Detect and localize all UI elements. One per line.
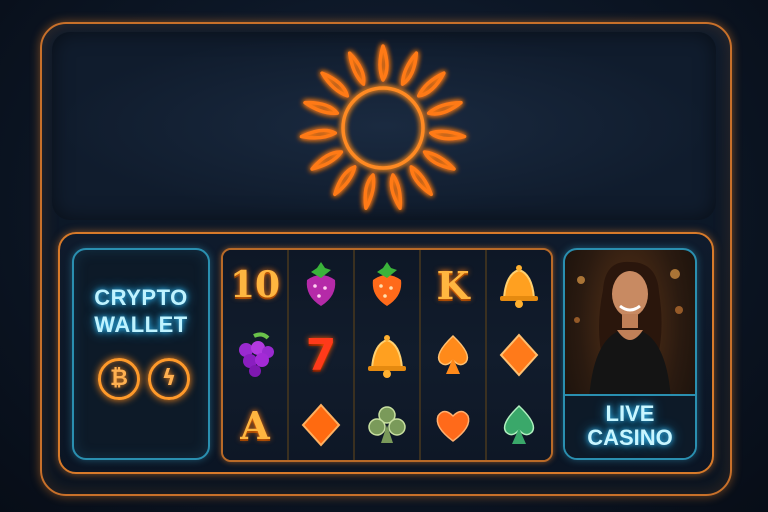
- crypto-title-line2: WALLET: [94, 312, 188, 337]
- live-casino-card[interactable]: LIVE CASINO: [563, 248, 697, 460]
- diamond-icon: [499, 333, 539, 377]
- reel-1: 10 A: [223, 250, 289, 460]
- crypto-wallet-card[interactable]: CRYPTO WALLET ₿ ϟ: [72, 248, 210, 460]
- reel-symbol-grapes: [223, 320, 287, 390]
- reel-symbol-spade: [487, 390, 551, 460]
- live-dealer-portrait: [574, 261, 683, 400]
- club-icon: [368, 406, 406, 443]
- king-symbol: K: [436, 262, 470, 308]
- diamond-icon: [301, 403, 341, 447]
- strawberry-icon: [372, 262, 402, 306]
- reel-3: [355, 250, 421, 460]
- strawberry-icon: [306, 262, 336, 306]
- ten-symbol: 10: [229, 264, 281, 306]
- spade-icon: [503, 404, 535, 444]
- reel-symbol-ten: 10: [223, 250, 287, 320]
- spade-icon: [437, 334, 469, 374]
- reel-symbol-ace: A: [223, 390, 287, 460]
- seven-symbol: 7: [305, 329, 337, 381]
- heart-icon: [436, 410, 470, 442]
- bell-icon: [500, 265, 538, 308]
- reel-symbol-club: [355, 390, 419, 460]
- crypto-wallet-title: CRYPTO WALLET: [74, 284, 208, 338]
- reel-symbol-strawberry: [289, 250, 353, 320]
- reel-symbol-bell: [487, 250, 551, 320]
- reel-4: K: [421, 250, 487, 460]
- neon-sun-logo: [299, 44, 467, 211]
- reel-symbol-king: K: [421, 250, 485, 320]
- live-casino-label-box: LIVE CASINO: [565, 394, 695, 458]
- slot-reels[interactable]: 10 A 7 K: [221, 248, 553, 462]
- lightning-icon[interactable]: ϟ: [148, 358, 190, 400]
- crypto-title-line1: CRYPTO: [94, 285, 188, 310]
- grapes-icon: [239, 332, 274, 377]
- ace-symbol: A: [240, 402, 270, 448]
- reel-2: 7: [289, 250, 355, 460]
- bitcoin-icon[interactable]: ₿: [98, 358, 140, 400]
- live-casino-title: LIVE CASINO: [565, 402, 695, 450]
- reel-symbol-seven: 7: [289, 320, 353, 390]
- reel-symbol-spade: [421, 320, 485, 390]
- bell-icon: [368, 335, 406, 378]
- reel-symbol-strawberry: [355, 250, 419, 320]
- live-title-line1: LIVE: [605, 401, 655, 426]
- live-title-line2: CASINO: [587, 425, 673, 450]
- reel-5: [487, 250, 551, 460]
- reel-symbol-heart: [421, 390, 485, 460]
- reel-symbol-bell: [355, 320, 419, 390]
- reel-symbol-diamond: [487, 320, 551, 390]
- reel-symbol-diamond: [289, 390, 353, 460]
